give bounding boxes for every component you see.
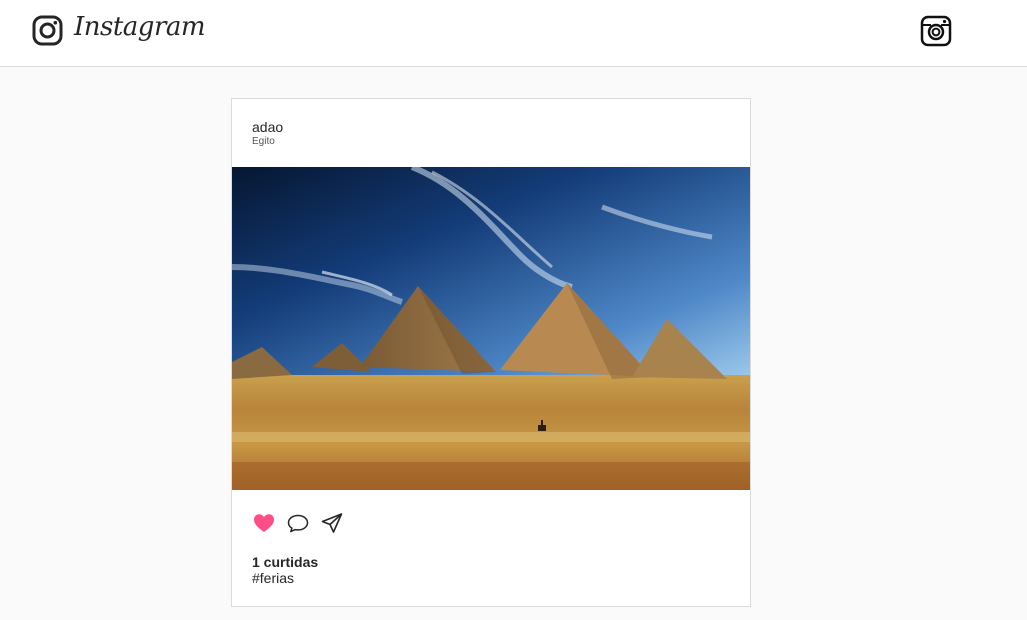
instagram-logo-icon[interactable] (32, 15, 63, 46)
heart-icon[interactable] (252, 511, 276, 535)
speech-bubble-icon[interactable] (286, 511, 310, 535)
post-caption: #ferias (252, 570, 295, 586)
paper-plane-icon[interactable] (320, 511, 344, 535)
post-photo (232, 167, 750, 490)
like-count[interactable]: 1 curtidas (252, 554, 318, 570)
brand-wordmark[interactable]: Instagram (74, 12, 206, 42)
post-location: Egito (252, 136, 275, 147)
camera-icon[interactable] (920, 15, 952, 47)
post-author[interactable]: adao (252, 119, 283, 135)
top-header: Instagram (0, 0, 1027, 67)
post-card: adao Egito 1 curtidas #ferias (231, 98, 751, 607)
